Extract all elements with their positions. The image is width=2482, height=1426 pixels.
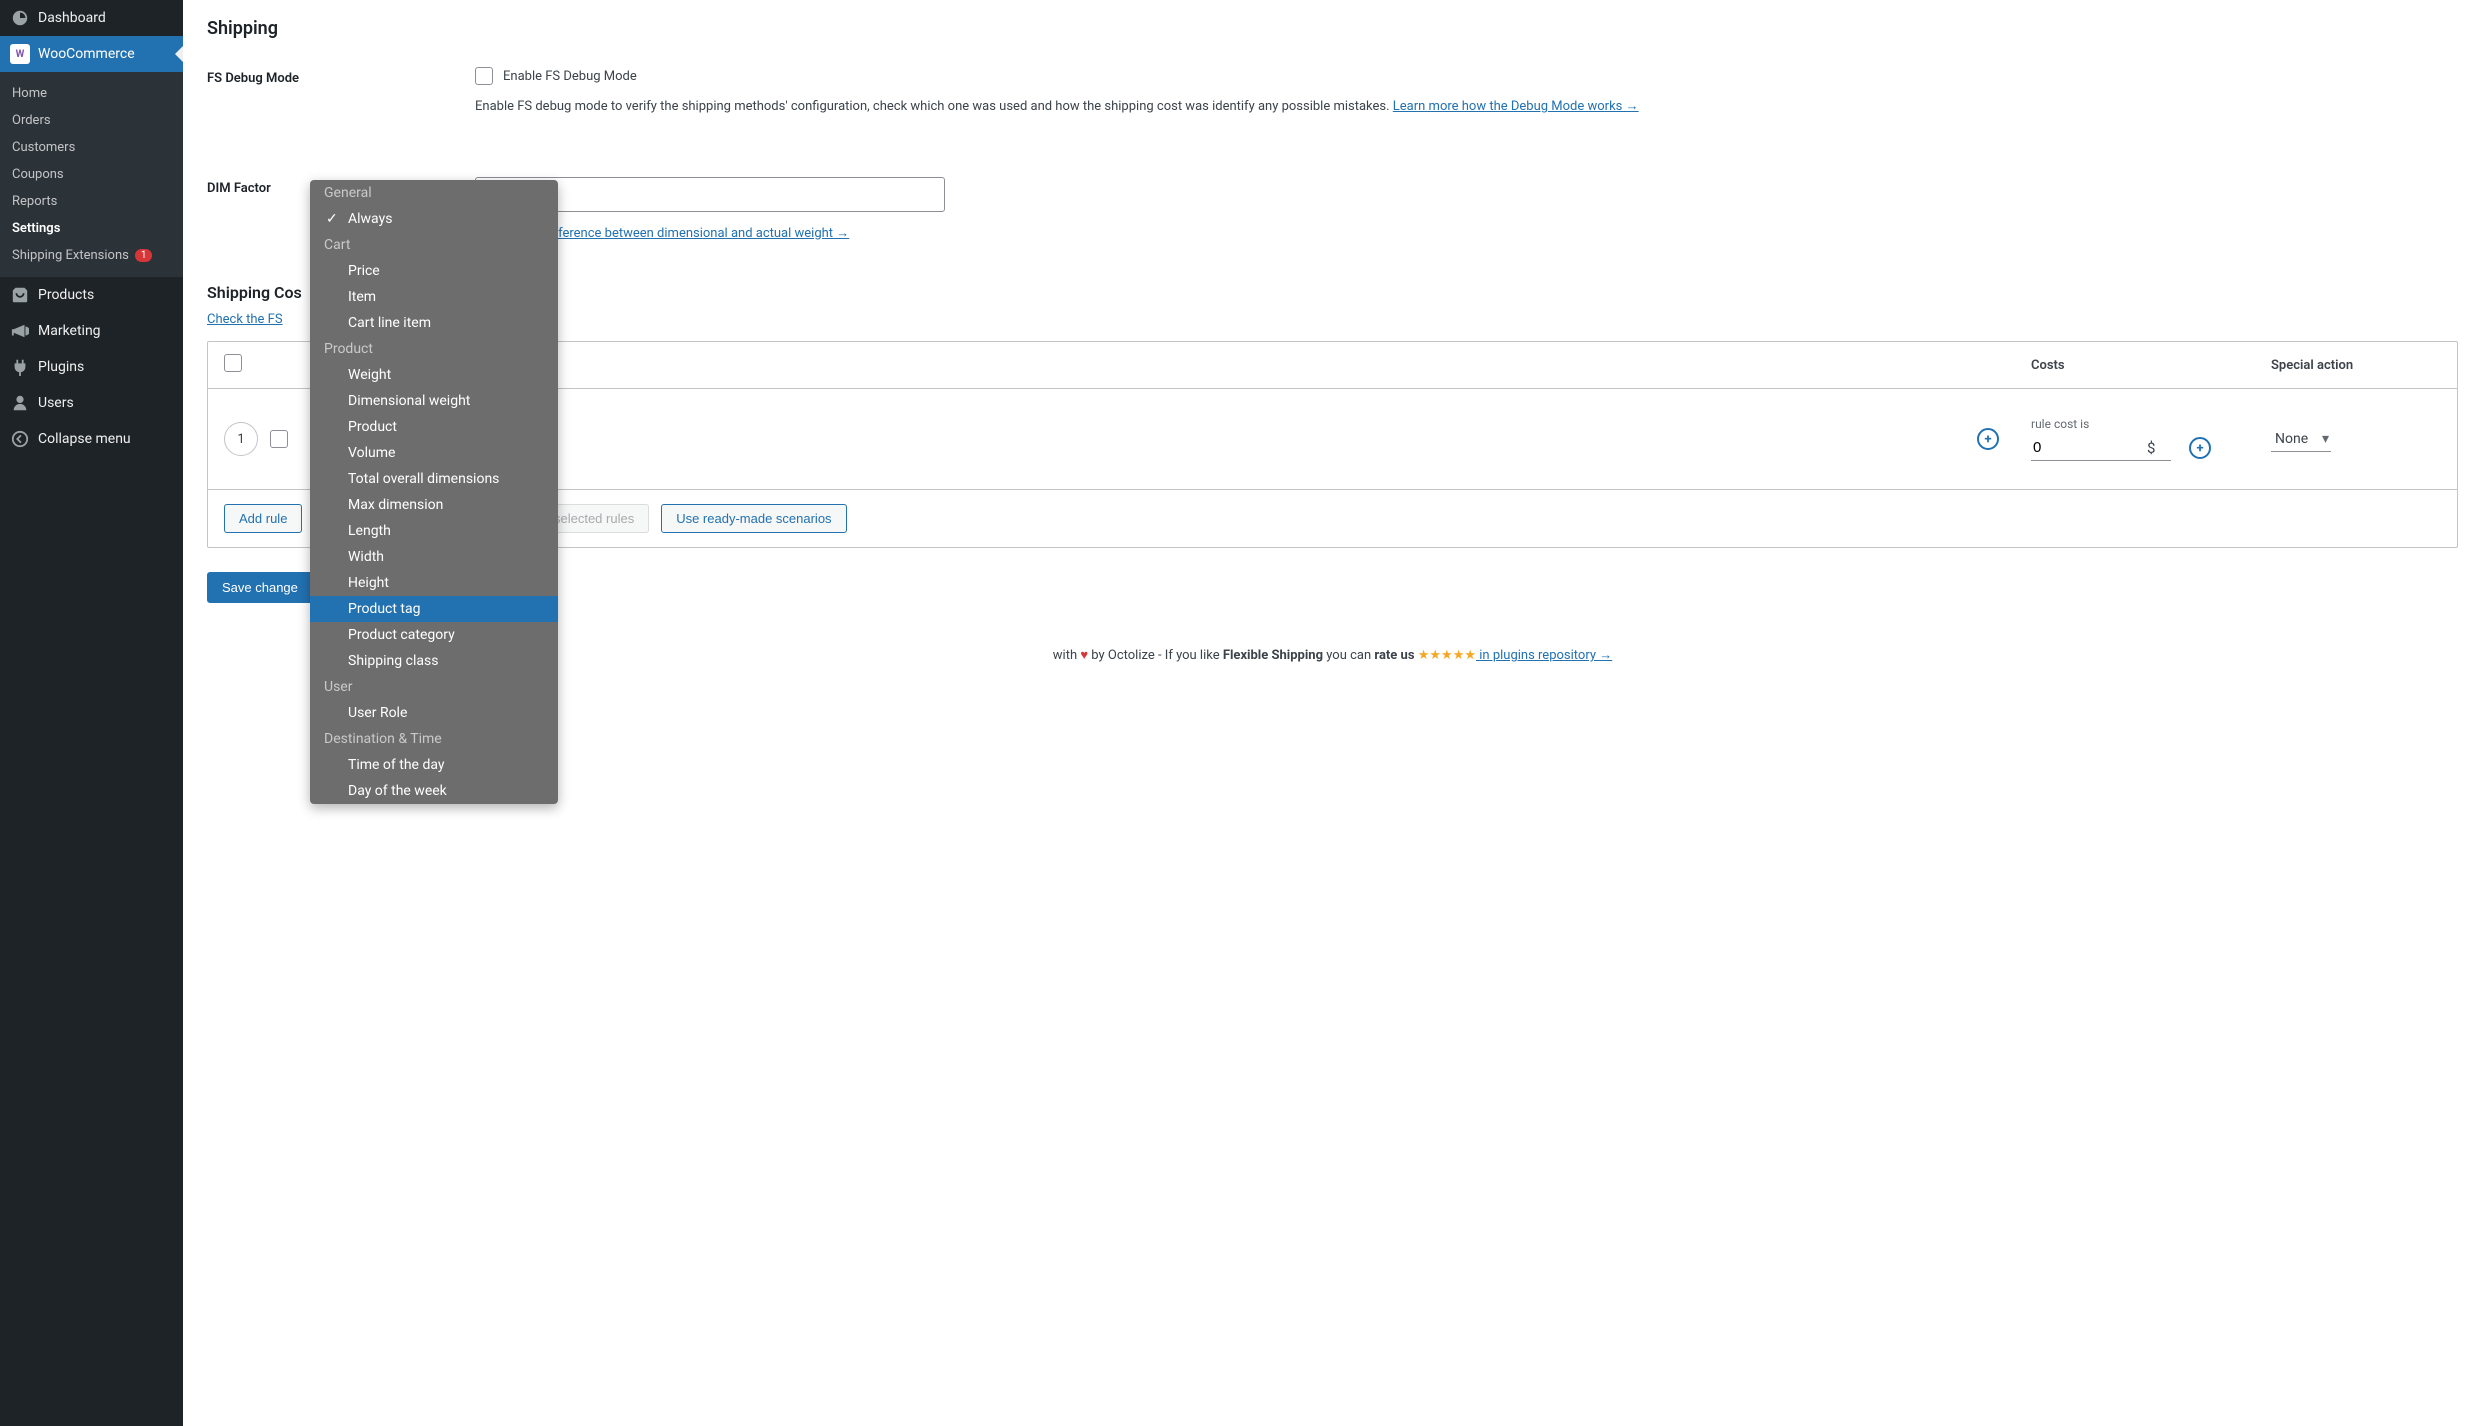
repository-link[interactable]: in plugins repository → bbox=[1476, 648, 1612, 663]
special-action-select[interactable]: None bbox=[2271, 427, 2331, 452]
sidebar-label: WooCommerce bbox=[38, 46, 135, 62]
sidebar-sub-home[interactable]: Home bbox=[0, 80, 183, 107]
sidebar-sub-coupons[interactable]: Coupons bbox=[0, 161, 183, 188]
col-special-header: Special action bbox=[2271, 358, 2441, 373]
dropdown-option[interactable]: Length bbox=[310, 518, 558, 544]
debug-mode-link[interactable]: Learn more how the Debug Mode works → bbox=[1393, 99, 1639, 114]
fs-debug-checkbox-label: Enable FS Debug Mode bbox=[503, 69, 637, 84]
dropdown-option[interactable]: User Role bbox=[310, 700, 558, 726]
users-icon bbox=[10, 393, 30, 413]
dropdown-option[interactable]: Time of the day bbox=[310, 752, 558, 778]
dropdown-option[interactable]: Product category bbox=[310, 622, 558, 648]
sidebar-item-products[interactable]: Products bbox=[0, 277, 183, 313]
sidebar-item-marketing[interactable]: Marketing bbox=[0, 313, 183, 349]
sidebar-item-dashboard[interactable]: Dashboard bbox=[0, 0, 183, 36]
dropdown-group-label: User bbox=[310, 674, 558, 700]
select-all-checkbox[interactable] bbox=[224, 354, 242, 372]
sidebar-label: Dashboard bbox=[38, 10, 106, 26]
dropdown-group-label: Destination & Time bbox=[310, 726, 558, 752]
sidebar-sub-orders[interactable]: Orders bbox=[0, 107, 183, 134]
notification-badge: 1 bbox=[135, 249, 153, 262]
fs-debug-label: FS Debug Mode bbox=[207, 67, 455, 117]
sidebar-item-users[interactable]: Users bbox=[0, 385, 183, 421]
fs-debug-help: Enable FS debug mode to verify the shipp… bbox=[475, 97, 2458, 117]
sidebar-sub-reports[interactable]: Reports bbox=[0, 188, 183, 215]
dropdown-option[interactable]: Cart line item bbox=[310, 310, 558, 336]
dropdown-option[interactable]: Day of the week bbox=[310, 778, 558, 804]
condition-dropdown[interactable]: GeneralAlwaysCartPriceItemCart line item… bbox=[310, 180, 558, 804]
dropdown-option[interactable]: Volume bbox=[310, 440, 558, 466]
heart-icon: ♥ bbox=[1080, 648, 1088, 663]
dropdown-option[interactable]: Item bbox=[310, 284, 558, 310]
fs-debug-section: FS Debug Mode Enable FS Debug Mode Enabl… bbox=[183, 57, 2482, 127]
dropdown-option[interactable]: Height bbox=[310, 570, 558, 596]
sidebar-sub-customers[interactable]: Customers bbox=[0, 134, 183, 161]
dropdown-group-label: Cart bbox=[310, 232, 558, 258]
woocommerce-icon: W bbox=[10, 44, 30, 64]
sidebar-item-woocommerce[interactable]: W WooCommerce bbox=[0, 36, 183, 72]
dropdown-option[interactable]: Product tag bbox=[310, 596, 558, 622]
dropdown-group-label: Product bbox=[310, 336, 558, 362]
admin-sidebar: Dashboard W WooCommerce Home Orders Cust… bbox=[0, 0, 183, 1426]
ready-made-button[interactable]: Use ready-made scenarios bbox=[661, 504, 846, 533]
dropdown-option[interactable]: Product bbox=[310, 414, 558, 440]
dropdown-option[interactable]: Weight bbox=[310, 362, 558, 388]
dropdown-option[interactable]: Width bbox=[310, 544, 558, 570]
sidebar-label: Plugins bbox=[38, 359, 84, 375]
sidebar-label: Marketing bbox=[38, 323, 101, 339]
page-heading: Shipping bbox=[183, 0, 2482, 57]
sidebar-label: Users bbox=[38, 395, 74, 411]
add-rule-button[interactable]: Add rule bbox=[224, 504, 302, 533]
products-icon bbox=[10, 285, 30, 305]
dropdown-option[interactable]: Dimensional weight bbox=[310, 388, 558, 414]
dashboard-icon bbox=[10, 8, 30, 28]
sidebar-label: Collapse menu bbox=[38, 431, 131, 447]
add-cost-button[interactable]: + bbox=[2189, 437, 2211, 459]
dim-weight-link[interactable]: difference between dimensional and actua… bbox=[543, 226, 849, 241]
plugins-icon bbox=[10, 357, 30, 377]
currency-symbol: $ bbox=[2147, 439, 2155, 457]
dropdown-option[interactable]: Price bbox=[310, 258, 558, 284]
sidebar-sub-label: Shipping Extensions bbox=[12, 248, 129, 263]
sidebar-sub-shipping-extensions[interactable]: Shipping Extensions 1 bbox=[0, 242, 183, 269]
cost-input[interactable] bbox=[2031, 435, 2141, 460]
dropdown-option[interactable]: Total overall dimensions bbox=[310, 466, 558, 492]
save-changes-button[interactable]: Save change bbox=[207, 572, 313, 603]
fs-debug-checkbox[interactable] bbox=[475, 67, 493, 85]
sidebar-label: Products bbox=[38, 287, 94, 303]
add-condition-button[interactable]: + bbox=[1977, 428, 1999, 450]
sidebar-item-collapse[interactable]: Collapse menu bbox=[0, 421, 183, 457]
fs-walkthrough-link[interactable]: Check the FS bbox=[207, 312, 283, 327]
collapse-icon bbox=[10, 429, 30, 449]
row-checkbox[interactable] bbox=[270, 430, 288, 448]
dropdown-option[interactable]: Shipping class bbox=[310, 648, 558, 674]
woocommerce-submenu: Home Orders Customers Coupons Reports Se… bbox=[0, 72, 183, 277]
rule-number: 1 bbox=[224, 422, 258, 456]
cost-label: rule cost is bbox=[2031, 417, 2271, 431]
stars-icon: ★★★★★ bbox=[1418, 648, 1476, 663]
sidebar-sub-settings[interactable]: Settings bbox=[0, 215, 183, 242]
dropdown-option[interactable]: Always bbox=[310, 206, 558, 232]
marketing-icon bbox=[10, 321, 30, 341]
sidebar-item-plugins[interactable]: Plugins bbox=[0, 349, 183, 385]
dropdown-option[interactable]: Max dimension bbox=[310, 492, 558, 518]
dim-help: e about the difference between dimension… bbox=[475, 224, 2458, 244]
dropdown-group-label: General bbox=[310, 180, 558, 206]
col-costs-header: Costs bbox=[2031, 358, 2271, 373]
